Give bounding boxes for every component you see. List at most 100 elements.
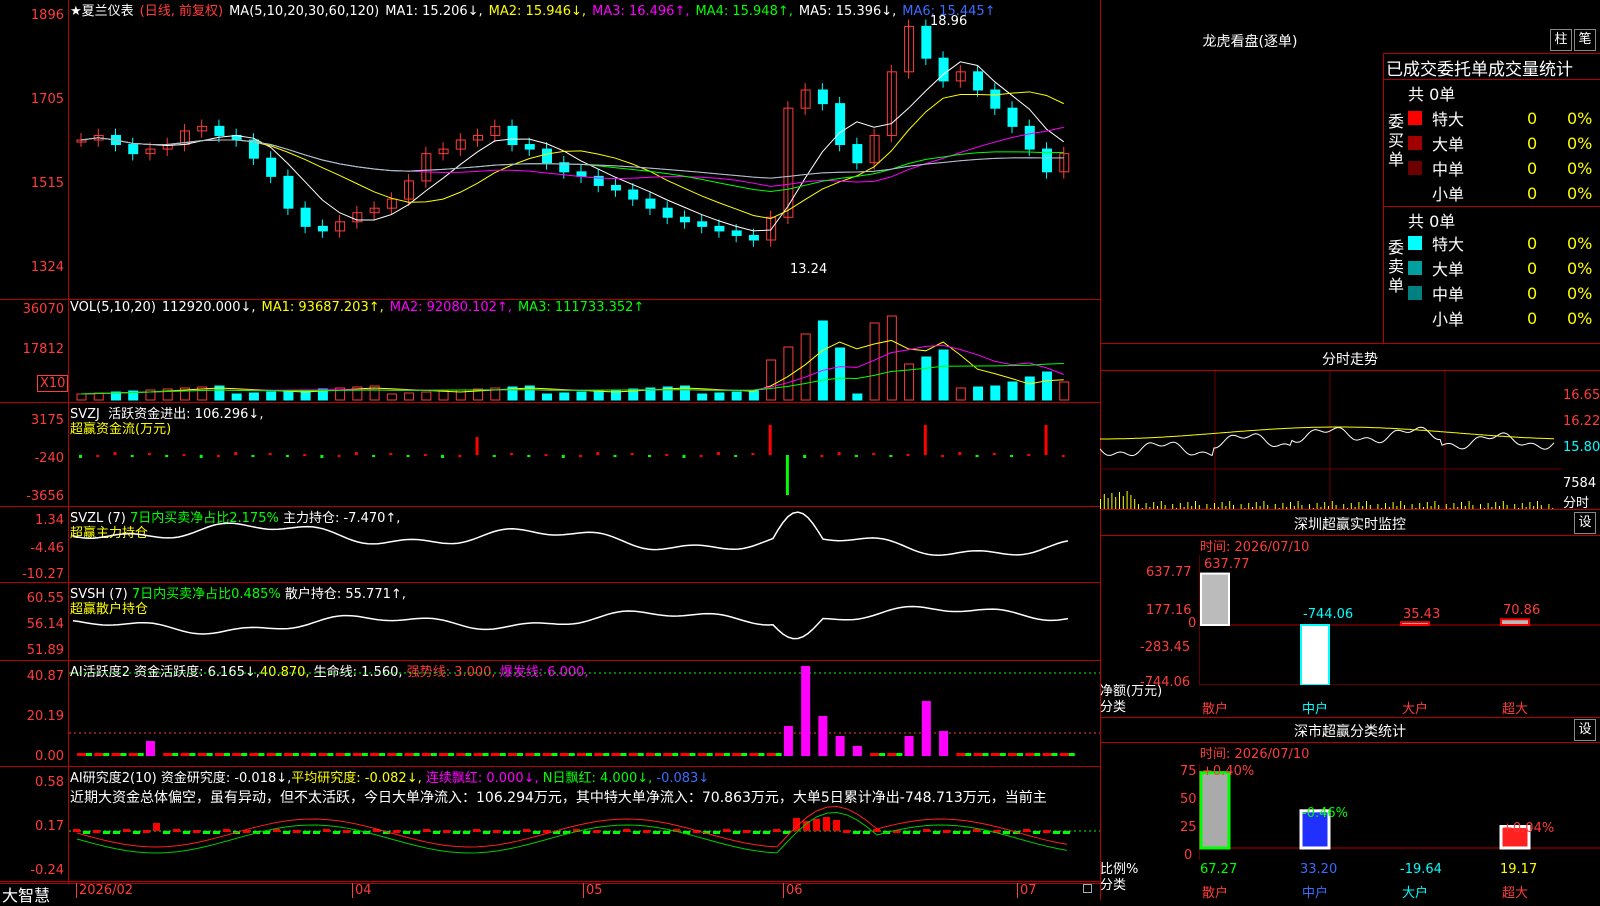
activity-bar (645, 753, 655, 756)
candle-body (731, 230, 742, 236)
divider (1383, 53, 1600, 54)
intraday-vol (1290, 502, 1291, 509)
intraday-vol (1392, 502, 1394, 509)
intraday-vol (1426, 502, 1428, 509)
activity-bar (559, 753, 569, 756)
brand-logo[interactable]: 大智慧 (2, 882, 50, 906)
activity-bar (1008, 753, 1018, 756)
activity-bar (870, 753, 880, 756)
y-tick: 0 (1188, 616, 1197, 631)
activity-bar (741, 753, 748, 756)
svzj-panel[interactable]: SVZJ 活跃资金进出: 106.296↓, 超赢资金流(万元) 3175 -2… (0, 403, 1100, 507)
classify-title: 深市超赢分类统计 (1294, 724, 1406, 740)
volume-panel[interactable]: VOL(5,10,20) 112920.000↓, MA1: 93687.203↑,… (0, 300, 1100, 403)
order-percent: 0% (1567, 233, 1593, 253)
flow-bar (268, 453, 272, 455)
activity-bar (654, 753, 661, 756)
dragon-tabs[interactable]: 已成交委托单成交量统计 (1386, 55, 1573, 80)
candle-body (214, 125, 225, 136)
intraday-vol (1107, 498, 1109, 509)
intraday-tick: 7584 (1563, 476, 1597, 491)
bar-mode-button[interactable]: 柱 (1550, 29, 1572, 51)
lock-icon[interactable] (1083, 884, 1092, 893)
volume-bar (990, 385, 1001, 401)
category-label: 大户 (1402, 886, 1429, 901)
value-label: 19.17 (1500, 862, 1538, 877)
activity-bar (732, 753, 742, 756)
ai-activity-panel[interactable]: AI活跃度2 资金活跃度: 6.165↓,40.870, 生命线: 1.560,… (0, 661, 1100, 767)
stroke-mode-button[interactable]: 笔 (1574, 29, 1596, 51)
flow-bar (820, 455, 824, 457)
buy-total: 共 0单 (1408, 85, 1456, 104)
color-swatch (1408, 311, 1422, 325)
activity-bar (241, 753, 248, 756)
activity-bar (352, 753, 362, 756)
monitor-settings-button[interactable]: 设 (1574, 512, 1596, 534)
volume-bar (542, 393, 553, 401)
candle-body (748, 234, 759, 241)
sell-label: 委卖单 (1388, 238, 1405, 295)
svzl-panel[interactable]: SVZL (7) 7日内买卖净占比2.175% 主力持仓: -7.470↑, 超… (0, 507, 1100, 583)
flow-bar (1027, 454, 1031, 456)
candlestick-chart[interactable] (69, 0, 1100, 300)
activity-bar (749, 753, 759, 756)
research-bar (593, 830, 600, 833)
activity-bar (775, 753, 782, 756)
intraday-vol (1461, 502, 1462, 509)
activity-bar (379, 753, 386, 756)
activity-bar (197, 753, 207, 756)
svsh-line (72, 605, 1069, 640)
research-bar (313, 831, 320, 834)
order-row: 中单 0 0% (1408, 281, 1600, 305)
activity-bar (258, 753, 265, 756)
flow-bar (79, 455, 82, 458)
activity-bar (628, 753, 638, 756)
activity-bar (508, 753, 518, 756)
activity-bar (214, 753, 224, 756)
classify-settings-button[interactable]: 设 (1574, 719, 1596, 741)
flow-bar (854, 455, 858, 457)
y-tick: 40.87 (26, 669, 64, 684)
activity-bar (620, 753, 627, 756)
activity-bar (490, 753, 500, 756)
ai-research-panel[interactable]: AI研究度2(10) 资金研究度: -0.018↓,平均研究度: -0.082↓… (0, 767, 1100, 884)
candlestick-panel[interactable]: ★夏兰仪表 (日线, 前复权) MA(5,10,20,30,60,120) MA1: … (0, 0, 1100, 300)
intraday-vol (1103, 494, 1105, 509)
color-swatch (1408, 186, 1422, 200)
research-bar (403, 831, 410, 834)
candle-body (817, 89, 828, 105)
activity-bar (706, 753, 713, 756)
research-bar (523, 829, 530, 832)
candle-body (610, 184, 621, 191)
activity-bar (1017, 753, 1024, 756)
activity-bar (292, 753, 299, 756)
svsh-panel[interactable]: SVSH (7) 7日内买卖净占比0.485% 散户持仓: 55.771↑, 超… (0, 583, 1100, 661)
candle-body (317, 225, 328, 232)
flow-bar (441, 455, 445, 458)
bar-value-label: 35.43 (1403, 607, 1441, 622)
flow-bar (527, 455, 531, 457)
intraday-chart[interactable] (1100, 371, 1562, 509)
flow-bar (734, 455, 738, 457)
candle-body (852, 144, 863, 164)
activity-bar (86, 753, 92, 756)
order-size-label: 特大 (1432, 110, 1465, 129)
research-bar (613, 831, 620, 834)
candle-body (300, 207, 311, 227)
research-bar (323, 829, 330, 832)
research-bar (133, 831, 140, 834)
order-row: 大单 0 0% (1408, 256, 1600, 280)
activity-bar (103, 753, 110, 756)
activity-bar (482, 753, 489, 756)
activity-bar (689, 753, 696, 756)
volume-bar (955, 387, 966, 401)
category-label: 中户 (1302, 702, 1329, 717)
activity-bar (172, 753, 179, 756)
vol-unit-badge: X10 (37, 375, 69, 392)
volume-bar (404, 392, 415, 401)
pct-label: +0.04% (1502, 821, 1555, 836)
activity-bar (637, 753, 644, 756)
activity-bar (904, 736, 914, 756)
bar-value-label: 637.77 (1204, 557, 1250, 572)
flow-bar (596, 452, 600, 455)
